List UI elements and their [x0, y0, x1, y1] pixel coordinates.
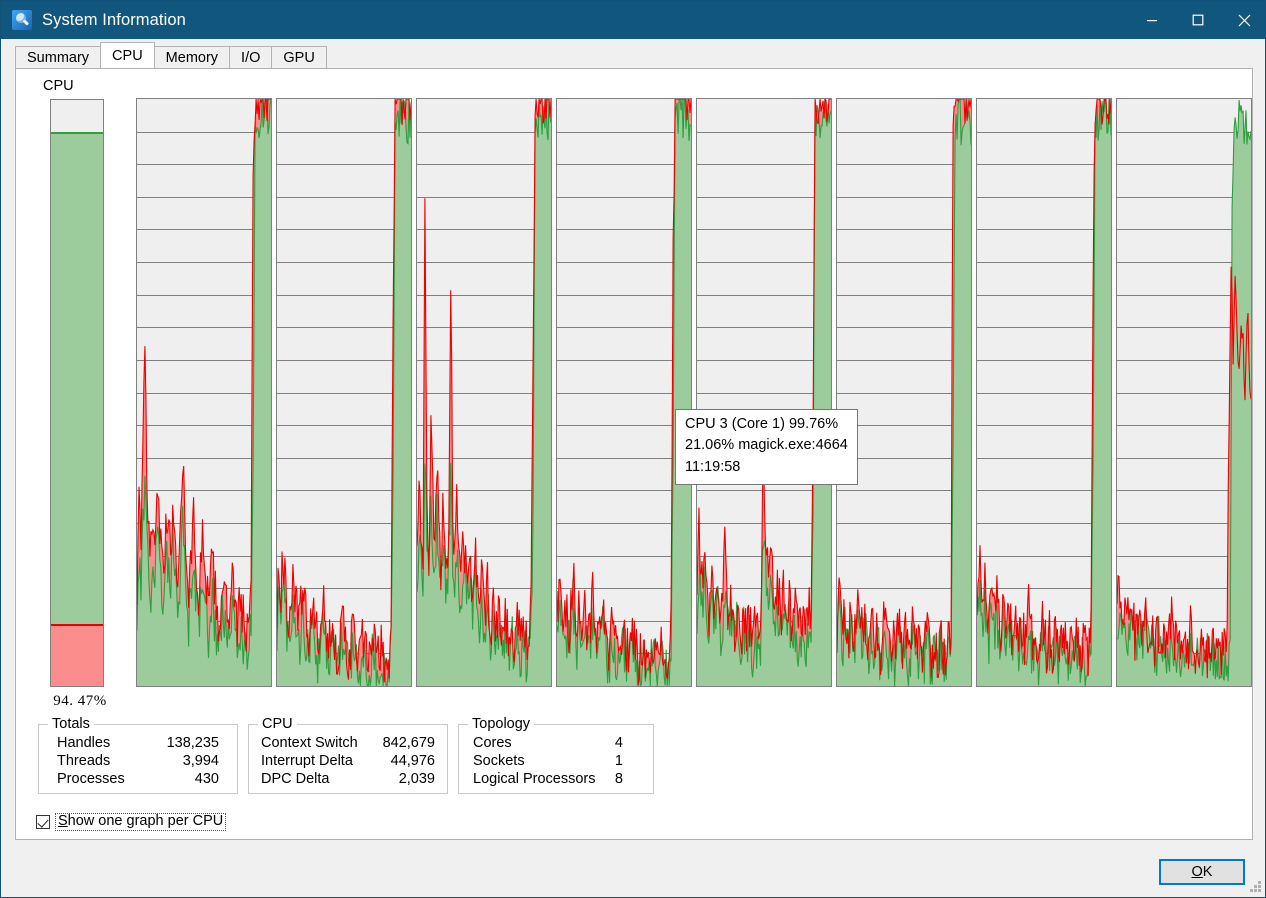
topology-row-sockets: Sockets 1: [473, 752, 623, 770]
cpu-graph-trace-3: [557, 99, 691, 686]
topology-key-logical-processors: Logical Processors: [473, 771, 596, 787]
cpu-stats-groupbox-title: CPU: [258, 716, 297, 732]
cpu-graph-trace-1: [277, 99, 411, 686]
tab-io[interactable]: I/O: [229, 46, 273, 68]
topology-row-cores: Cores 4: [473, 734, 623, 752]
totals-key-handles: Handles: [57, 735, 111, 751]
cpu-meter-red-fill: [51, 624, 103, 686]
show-one-graph-per-cpu-label: Show one graph per CPU: [55, 813, 227, 831]
cpu-graph-4[interactable]: [696, 98, 832, 687]
close-icon[interactable]: [1221, 1, 1265, 39]
cpu-key-context-switch: Context Switch: [261, 735, 358, 751]
cpu-row-context-switch: Context Switch 842,679: [261, 734, 435, 752]
tooltip-line-process: 21.06% magick.exe:4664: [685, 437, 848, 454]
topology-value-sockets: 1: [614, 753, 623, 769]
totals-row-handles: Handles 138,235: [57, 734, 219, 752]
checkbox-accel-char: S: [58, 813, 68, 829]
totals-key-processes: Processes: [57, 771, 125, 787]
cpu-graph-3[interactable]: [556, 98, 692, 687]
cpu-value-dpc-delta: 2,039: [398, 771, 435, 787]
totals-row-processes: Processes 430: [57, 770, 219, 788]
checkbox-box[interactable]: [36, 815, 50, 829]
tab-summary[interactable]: Summary: [15, 46, 102, 68]
totals-value-handles: 138,235: [166, 735, 219, 751]
totals-rows: Handles 138,235 Threads 3,994 Processes …: [39, 734, 237, 788]
cpu-value-context-switch: 842,679: [382, 735, 435, 751]
totals-value-threads: 3,994: [182, 753, 219, 769]
tab-summary-label: Summary: [27, 49, 90, 66]
checkbox-label-rest: how one graph per CPU: [67, 813, 224, 829]
cpu-graph-6[interactable]: [976, 98, 1112, 687]
title-bar: System Information: [1, 1, 1265, 39]
tab-gpu[interactable]: GPU: [271, 46, 327, 68]
tab-gpu-label: GPU: [283, 49, 315, 66]
totals-row-threads: Threads 3,994: [57, 752, 219, 770]
topology-value-logical-processors: 8: [614, 771, 623, 787]
cpu-meter-green-fill: [51, 132, 103, 686]
topology-groupbox: Topology Cores 4 Sockets 1 Logical Proce…: [458, 716, 654, 794]
tab-memory-label: Memory: [165, 49, 219, 66]
cpu-graph-5[interactable]: [836, 98, 972, 687]
cpu-graph-trace-7: [1117, 99, 1251, 686]
minimize-icon[interactable]: [1129, 1, 1175, 39]
tab-memory[interactable]: Memory: [153, 46, 231, 68]
cpu-graph-2[interactable]: [416, 98, 552, 687]
tab-io-label: I/O: [241, 49, 261, 66]
tab-cpu-label: CPU: [112, 47, 143, 64]
show-one-graph-per-cpu-checkbox[interactable]: Show one graph per CPU: [36, 813, 227, 831]
cpu-tooltip: CPU 3 (Core 1) 99.76% 21.06% magick.exe:…: [675, 409, 858, 485]
topology-row-logical-processors: Logical Processors 8: [473, 770, 623, 788]
window-controls: [1129, 1, 1265, 39]
tab-strip: Summary CPU Memory I/O GPU: [15, 42, 327, 68]
maximize-icon[interactable]: [1175, 1, 1221, 39]
resize-grip[interactable]: [1249, 881, 1262, 894]
cpu-graph-trace-4: [697, 99, 831, 686]
system-information-window: System Information Summary CPU Memory I/…: [0, 0, 1266, 898]
window-title: System Information: [42, 10, 186, 29]
ok-accel-char: O: [1191, 864, 1203, 880]
topology-rows: Cores 4 Sockets 1 Logical Processors 8: [459, 734, 653, 788]
cpu-stats-groupbox: CPU Context Switch 842,679 Interrupt Del…: [248, 716, 448, 794]
cpu-key-dpc-delta: DPC Delta: [261, 771, 330, 787]
cpu-stats-rows: Context Switch 842,679 Interrupt Delta 4…: [249, 734, 447, 788]
magnifier-icon: [12, 10, 32, 30]
tab-cpu[interactable]: CPU: [100, 42, 155, 68]
cpu-row-interrupt-delta: Interrupt Delta 44,976: [261, 752, 435, 770]
topology-key-sockets: Sockets: [473, 753, 525, 769]
cpu-graph-1[interactable]: [276, 98, 412, 687]
ok-button[interactable]: OK: [1159, 859, 1245, 885]
cpu-graph-trace-5: [837, 99, 971, 686]
cpu-section-label: CPU: [43, 78, 74, 94]
cpu-row-dpc-delta: DPC Delta 2,039: [261, 770, 435, 788]
topology-key-cores: Cores: [473, 735, 512, 751]
tooltip-line-cpu: CPU 3 (Core 1) 99.76%: [685, 416, 839, 432]
totals-groupbox-title: Totals: [48, 716, 94, 732]
topology-groupbox-title: Topology: [468, 716, 535, 732]
cpu-graph-7[interactable]: [1116, 98, 1252, 687]
cpu-tab-panel: CPU 94. 47% CPU 3 (Core 1) 99.76% 21.06%…: [15, 68, 1253, 840]
ok-label-rest: K: [1202, 864, 1213, 880]
topology-value-cores: 4: [614, 735, 623, 751]
totals-value-processes: 430: [194, 771, 219, 787]
per-cpu-graph-container: [136, 98, 1252, 687]
cpu-graph-0[interactable]: [136, 98, 272, 687]
cpu-total-meter: [50, 99, 104, 687]
cpu-total-value: 94. 47%: [53, 693, 107, 709]
cpu-value-interrupt-delta: 44,976: [390, 753, 435, 769]
totals-key-threads: Threads: [57, 753, 111, 769]
cpu-key-interrupt-delta: Interrupt Delta: [261, 753, 353, 769]
tooltip-line-time: 11:19:58: [685, 458, 741, 475]
cpu-graph-trace-0: [137, 99, 271, 686]
totals-groupbox: Totals Handles 138,235 Threads 3,994 Pro…: [38, 716, 238, 794]
cpu-graph-trace-6: [977, 99, 1111, 686]
cpu-graph-trace-2: [417, 99, 551, 686]
